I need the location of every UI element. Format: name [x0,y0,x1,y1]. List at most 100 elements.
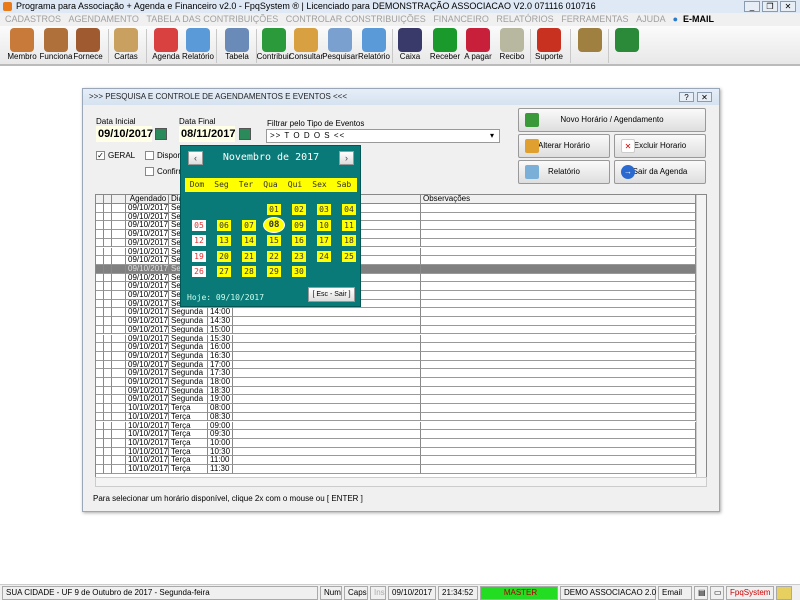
toolbar-button-fornece[interactable]: Fornece [71,27,105,65]
table-cell: Segunda [169,317,208,326]
table-row[interactable]: 10/10/2017 Terça 11:30 [96,465,696,474]
table-cell [421,378,696,387]
calendar-day-14[interactable]: 14 [242,235,256,246]
calendar-day-30[interactable]: 30 [292,266,306,277]
esc-close-button[interactable]: [ Esc - Sair ] [308,287,355,302]
menu-controlar[interactable]: CONTROLAR CONSTRIBUIÇÕES [286,14,426,24]
table-row[interactable]: 09/10/2017 Segunda 15:00 [96,325,696,335]
toolbar-button-relatório[interactable]: Relatório [357,27,391,65]
table-row[interactable]: 09/10/2017 Segunda 18:00 [96,378,696,387]
vertical-scrollbar[interactable] [696,195,706,478]
table-row[interactable]: 10/10/2017 Terça 09:00 [96,421,696,431]
relatorio-button[interactable]: Relatório [518,160,610,184]
data-inicial-input[interactable]: 09/10/2017 [96,126,153,142]
data-final-input[interactable]: 08/11/2017 [179,126,235,142]
printer-icon[interactable]: ▤ [694,586,708,600]
calendar-day-08[interactable]: 08 [263,216,285,233]
calendar-day-29[interactable]: 29 [267,266,281,277]
table-row[interactable]: 09/10/2017 Segunda 14:30 [96,317,696,326]
filter-value: >> T O D O S << [270,131,346,140]
minimize-button[interactable]: _ [744,1,760,12]
calendar-day-01[interactable]: 01 [267,204,281,215]
calendar-day-28[interactable]: 28 [242,266,256,277]
table-cell [112,238,126,248]
toolbar-button-relatório[interactable]: Relatório [181,27,215,65]
novo-horario-button[interactable]: Novo Horário / Agendamento [518,108,706,132]
calendar-day-07[interactable]: 07 [242,219,256,231]
menu-ferramentas[interactable]: FERRAMENTAS [561,14,628,24]
calendar-day-05[interactable]: 05 [192,219,206,231]
calendar-day-16[interactable]: 16 [292,235,306,246]
calendar-day-21[interactable]: 21 [242,250,256,262]
calendar-day-27[interactable]: 27 [217,266,231,277]
table-row[interactable]: 09/10/2017 Segunda 17:00 [96,360,696,370]
menu-tabela[interactable]: TABELA DAS CONTRIBUIÇÕES [146,14,278,24]
calendar-day-04[interactable]: 04 [342,204,356,215]
table-cell: 17:30 [208,369,233,378]
calendar-day-13[interactable]: 13 [217,235,231,246]
calendar-day-17[interactable]: 17 [317,235,331,246]
excluir-horario-button[interactable]: ✕ Excluir Horario [614,134,706,158]
calendar-day-15[interactable]: 15 [267,235,281,246]
prev-month-button[interactable]: ‹ [188,151,203,165]
maximize-button[interactable]: ❐ [762,1,778,12]
toolbar-button-suporte[interactable]: Suporte [532,27,566,65]
calendar-day-26[interactable]: 26 [192,266,206,277]
toolbar-button-recibo[interactable]: Recibo [495,27,529,65]
toolbar-button-cartas[interactable]: Cartas [109,27,143,65]
calendar-day-11[interactable]: 11 [342,219,356,231]
calendar-picker-icon[interactable] [239,128,251,140]
col-agendado[interactable]: Agendado [126,195,169,204]
horizontal-scrollbar[interactable] [95,477,707,487]
menu-relatorios[interactable]: RELATÓRIOS [496,14,553,24]
calendar-day-23[interactable]: 23 [292,250,306,262]
menu-financeiro[interactable]: FINANCEIRO [433,14,489,24]
calendar-day-20[interactable]: 20 [217,250,231,262]
table-row[interactable]: 10/10/2017 Terça 08:00 [96,404,696,413]
calendar-day-25[interactable]: 25 [342,250,356,262]
calendar-day-12[interactable]: 12 [192,235,206,246]
calendar-day-06[interactable]: 06 [217,219,231,231]
menu-agendamento[interactable]: AGENDAMENTO [69,14,139,24]
col-observacoes[interactable]: Observações [421,195,696,204]
status-email[interactable]: Email [658,586,692,600]
toolbar-button-coins[interactable] [573,27,607,65]
menu-ajuda[interactable]: AJUDA [636,14,665,24]
disponivel-checkbox[interactable] [145,151,154,160]
calendar-picker-icon[interactable] [155,128,167,140]
table-row[interactable]: 10/10/2017 Terça 11:00 [96,456,696,465]
table-row[interactable]: 10/10/2017 Terça 08:30 [96,412,696,422]
table-row[interactable]: 09/10/2017 Segunda 18:30 [96,386,696,396]
help-button[interactable]: ? [679,92,694,102]
dialog-close-button[interactable]: ✕ [697,92,712,102]
table-row[interactable]: 09/10/2017 Segunda 16:30 [96,351,696,361]
table-row[interactable]: 10/10/2017 Terça 09:30 [96,430,696,439]
table-row[interactable]: 10/10/2017 Terça 10:00 [96,438,696,448]
event-type-select[interactable]: >> T O D O S << ▾ [266,129,500,143]
toolbar-button-tabela[interactable]: Tabela [220,27,254,65]
calendar-day-22[interactable]: 22 [267,250,281,262]
menu-cadastros[interactable]: CADASTROS [5,14,61,24]
calendar-day-24[interactable]: 24 [317,250,331,262]
table-row[interactable]: 10/10/2017 Terça 10:30 [96,447,696,457]
calendar-day-10[interactable]: 10 [317,219,331,231]
geral-checkbox[interactable]: ✓ [96,151,105,160]
alterar-horario-button[interactable]: Alterar Horário [518,134,610,158]
table-row[interactable]: 09/10/2017 Segunda 16:00 [96,343,696,352]
calendar-day-09[interactable]: 09 [292,219,306,231]
calendar-day-03[interactable]: 03 [317,204,331,215]
toolbar-button-exit[interactable] [610,27,644,65]
calendar-day-18[interactable]: 18 [342,235,356,246]
table-row[interactable]: 09/10/2017 Segunda 14:00 [96,308,696,318]
next-month-button[interactable]: › [339,151,354,165]
sair-agenda-button[interactable]: → Sair da Agenda [614,160,706,184]
calendar-day-19[interactable]: 19 [192,250,206,262]
close-button[interactable]: ✕ [780,1,796,12]
table-row[interactable]: 09/10/2017 Segunda 15:30 [96,334,696,344]
confirmado-checkbox[interactable] [145,167,154,176]
monitor-icon[interactable]: ▭ [710,586,724,600]
table-row[interactable]: 09/10/2017 Segunda 17:30 [96,369,696,378]
menu-email[interactable]: E-MAIL [683,14,714,24]
table-row[interactable]: 09/10/2017 Segunda 19:00 [96,395,696,405]
calendar-day-02[interactable]: 02 [292,204,306,215]
